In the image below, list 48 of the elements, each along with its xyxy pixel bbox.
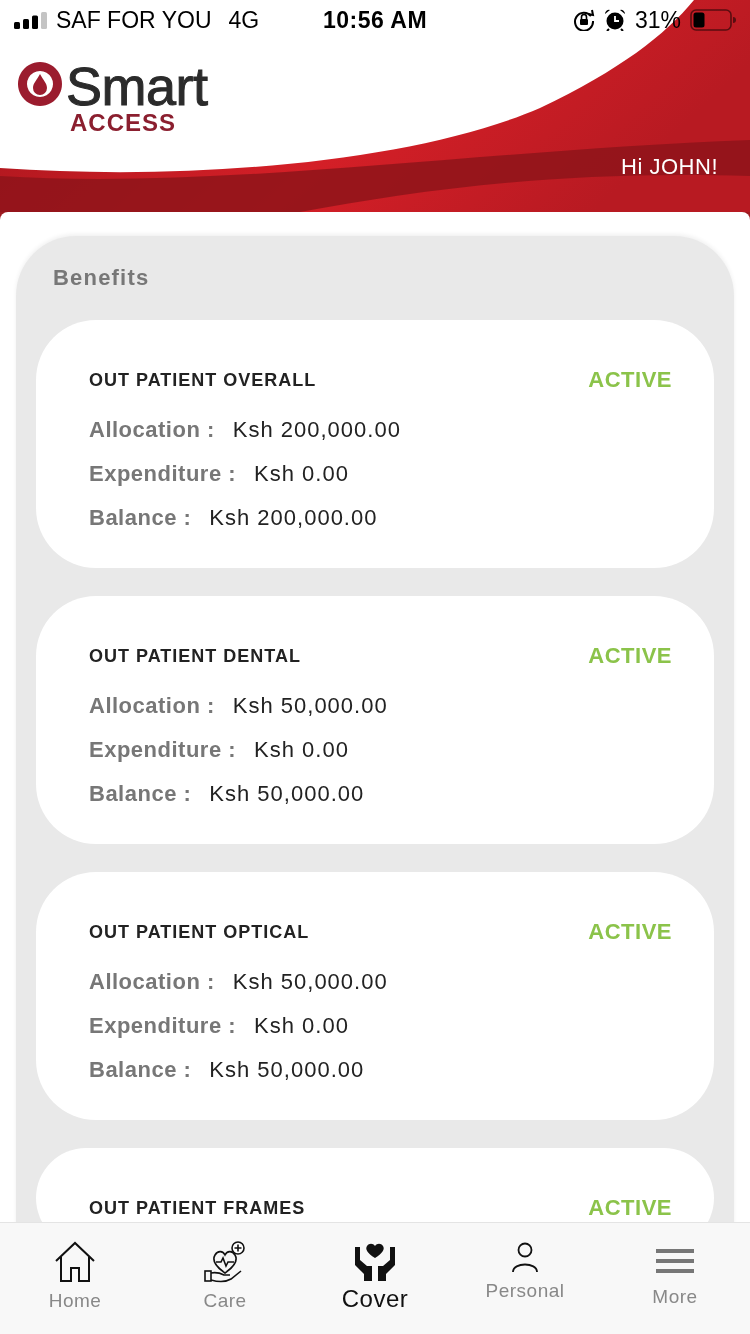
hand-heart-icon xyxy=(204,1241,246,1283)
row-label: Allocation : xyxy=(89,693,215,719)
row-label: Balance : xyxy=(89,781,192,807)
panel-title: Benefits xyxy=(53,264,150,292)
logo-wordmark: Smart xyxy=(66,62,208,110)
person-icon xyxy=(510,1241,540,1273)
benefit-name: OUT PATIENT FRAMES xyxy=(89,1197,306,1219)
tab-item[interactable]: Personal xyxy=(450,1223,600,1334)
status-label: ACTIVE xyxy=(588,1196,672,1220)
row-value: Ksh 0.00 xyxy=(254,461,349,487)
signal-icon xyxy=(14,11,47,29)
row-value: Ksh 200,000.00 xyxy=(209,505,378,531)
row-label: Allocation : xyxy=(89,969,215,995)
status-label: ACTIVE xyxy=(588,644,672,668)
greeting-text: Hi JOHN! xyxy=(621,154,718,180)
row-value: Ksh 50,000.00 xyxy=(232,693,388,719)
benefit-name: OUT PATIENT OPTICAL xyxy=(89,921,310,943)
alarm-clock-icon xyxy=(603,9,626,31)
row-label: Expenditure : xyxy=(89,461,237,487)
tab-item[interactable]: Home xyxy=(0,1223,150,1334)
tab-item[interactable]: Cover xyxy=(300,1223,450,1334)
row-label: Balance : xyxy=(89,505,192,531)
status-label: ACTIVE xyxy=(588,368,672,392)
tab-item[interactable]: More xyxy=(600,1223,750,1334)
row-value: Ksh 200,000.00 xyxy=(232,417,401,443)
row-value: Ksh 0.00 xyxy=(254,1013,349,1039)
row-value: Ksh 50,000.00 xyxy=(232,969,388,995)
tab-item[interactable]: Care xyxy=(150,1223,300,1334)
clock-time: 10:56 AM xyxy=(322,6,428,34)
row-label: Balance : xyxy=(89,1057,192,1083)
row-label: Expenditure : xyxy=(89,737,237,763)
carrier-name: SAF FOR YOU xyxy=(56,6,212,34)
row-label: Allocation : xyxy=(89,417,215,443)
status-label: ACTIVE xyxy=(588,920,672,944)
house-icon xyxy=(55,1241,95,1283)
benefit-name: OUT PATIENT DENTAL xyxy=(89,645,301,667)
logo-subtitle: ACCESS xyxy=(70,110,177,136)
menu-icon xyxy=(656,1249,694,1273)
battery-icon xyxy=(690,9,736,31)
benefit-name: OUT PATIENT OVERALL xyxy=(89,369,317,391)
hands-heart-icon xyxy=(354,1241,396,1281)
row-value: Ksh 50,000.00 xyxy=(209,1057,365,1083)
network-type: 4G xyxy=(228,6,260,34)
row-value: Ksh 0.00 xyxy=(254,737,349,763)
rotation-lock-icon xyxy=(572,9,595,31)
logo-icon xyxy=(18,62,62,106)
row-label: Expenditure : xyxy=(89,1013,237,1039)
row-value: Ksh 50,000.00 xyxy=(209,781,365,807)
